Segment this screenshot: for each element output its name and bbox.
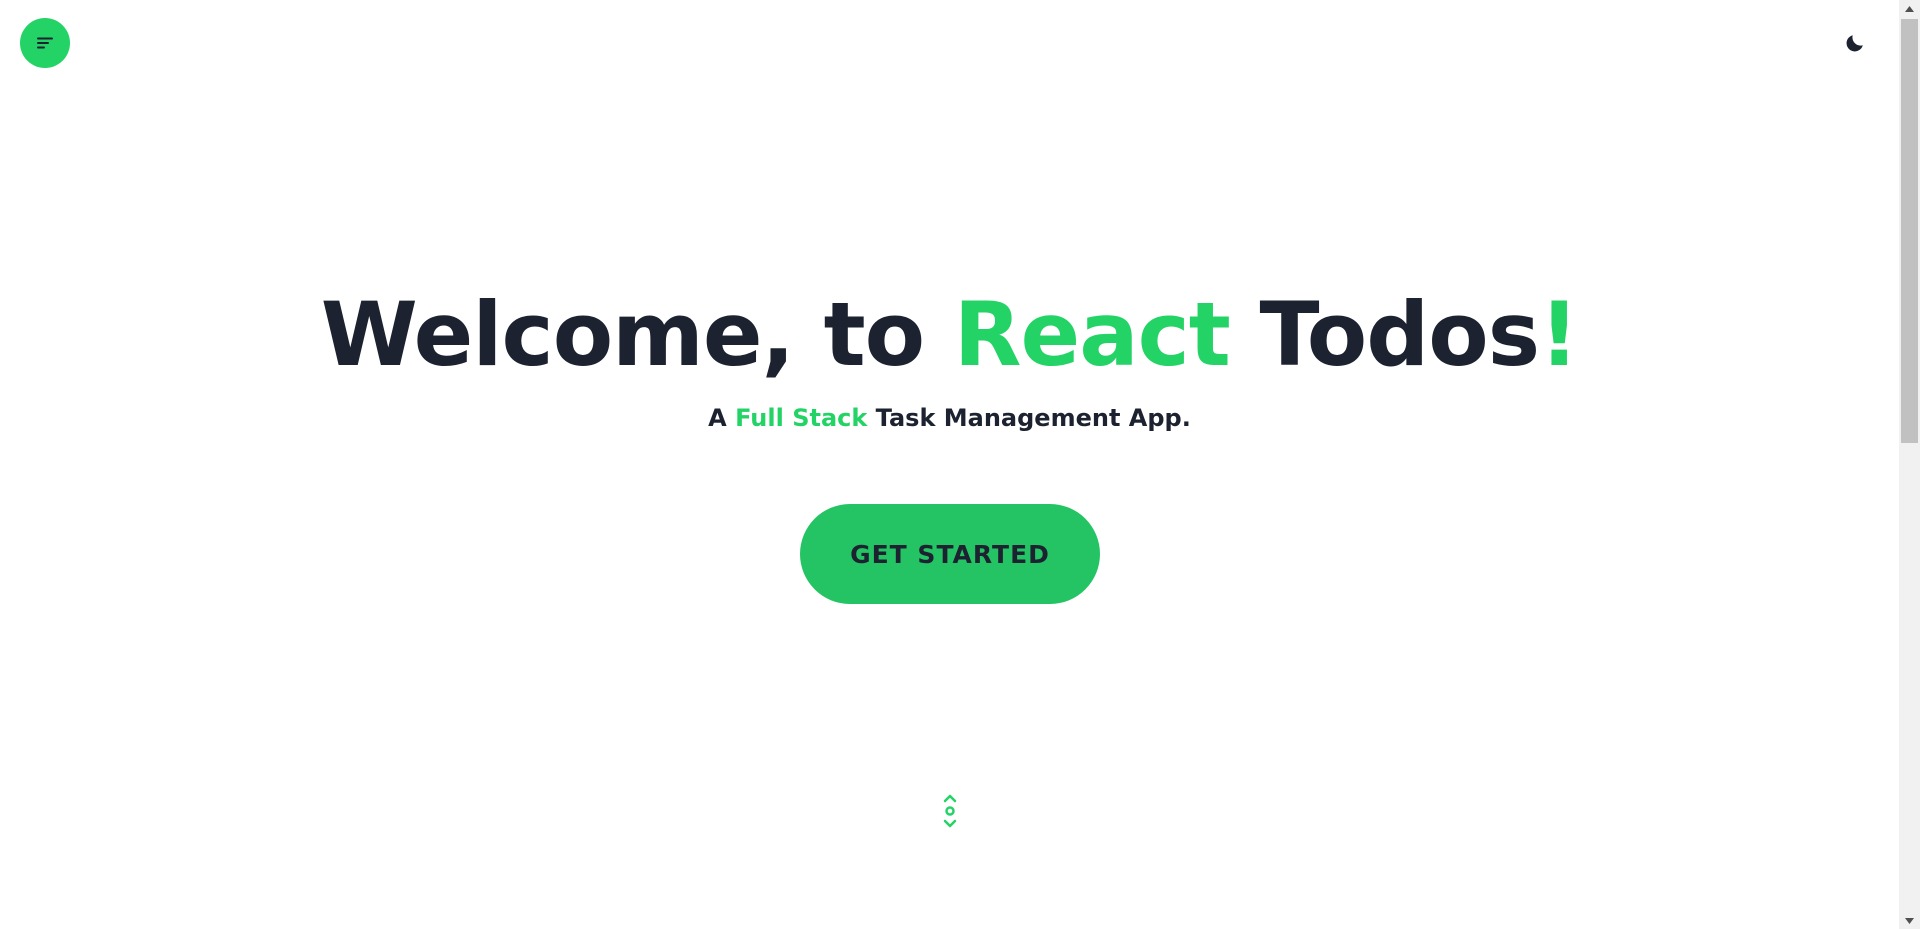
scroll-down-arrow-icon[interactable] (1899, 912, 1920, 929)
hero-section: Welcome, to React Todos! A Full Stack Ta… (0, 282, 1899, 434)
scroll-up-arrow-icon[interactable] (1899, 0, 1920, 17)
hero-title: Welcome, to React Todos! (0, 282, 1899, 388)
scroll-indicator-icon (943, 794, 957, 828)
theme-toggle-button[interactable] (1842, 30, 1868, 56)
scrollbar-thumb[interactable] (1901, 19, 1918, 443)
landing-page: Welcome, to React Todos! A Full Stack Ta… (0, 0, 1920, 929)
menu-button[interactable] (20, 18, 70, 68)
moon-icon (1846, 35, 1863, 52)
get-started-button[interactable]: GET STARTED (800, 504, 1100, 604)
title-accent-react: React (953, 283, 1231, 386)
hero-subtitle: A Full Stack Task Management App. (0, 402, 1899, 434)
vertical-scrollbar[interactable] (1899, 0, 1920, 929)
title-text-1: Welcome, to (320, 283, 954, 386)
subtitle-text-2: Task Management App. (867, 404, 1191, 432)
scroll-down-indicator[interactable] (940, 793, 960, 829)
subtitle-accent: Full Stack (735, 404, 868, 432)
title-text-2: Todos (1229, 283, 1540, 386)
menu-lines-icon (37, 37, 53, 49)
subtitle-text-1: A (708, 404, 736, 432)
title-exclamation: ! (1539, 283, 1579, 386)
